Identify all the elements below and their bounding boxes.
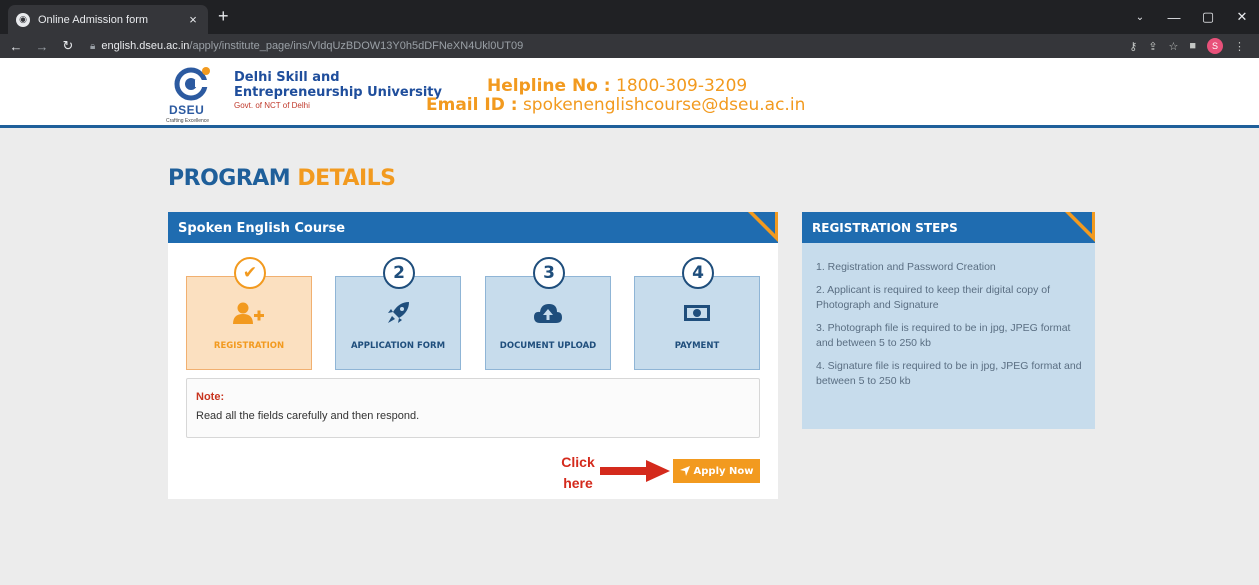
step-application-form[interactable]: 2 APPLICATION FORM [335,257,461,370]
note-text: Read all the fields carefully and then r… [196,410,420,422]
program-card: Spoken English Course ✔ REGISTRATION 2 A… [168,212,778,499]
send-icon [679,466,690,476]
click-here-line1: Click [561,454,595,470]
tab-search-icon[interactable]: ⌄ [1123,12,1157,23]
email-address: spokenenglishcourse@dseu.ac.in [522,95,806,115]
red-arrow-icon [600,460,670,482]
registration-steps-title: REGISTRATION STEPS [812,221,958,235]
rocket-icon [336,299,460,327]
step-number: 3 [533,257,565,289]
logo-tagline: Crafting Excellence [166,118,210,124]
step-label: DOCUMENT UPLOAD [499,341,597,351]
browser-toolbar: ← → ↻ 🔒︎ english.dseu.ac.in /apply/insti… [0,34,1259,58]
apply-now-label: Apply Now [693,465,754,477]
address-bar[interactable]: 🔒︎ english.dseu.ac.in /apply/institute_p… [90,35,1090,57]
step-label: REGISTRATION [213,341,285,351]
course-header: Spoken English Course [168,212,778,243]
reload-icon[interactable]: ↻ [58,38,78,54]
lock-icon: 🔒︎ [90,40,96,52]
user-add-icon [187,299,311,327]
toolbar-actions: ⚷ ⇪ ☆ ■ S ⋮ [1129,34,1245,58]
step-number: 4 [682,257,714,289]
helpline-number: 1800-309-3209 [616,76,748,96]
browser-tabbar: ◉ Online Admission form × + ⌄ — ▢ ✕ [0,0,1259,34]
list-item: 2. Applicant is required to keep their d… [816,284,1051,311]
list-item: 1. Registration and Password Creation [816,261,996,273]
click-here-annotation: Click here [558,452,598,494]
helpline: Helpline No : 1800-309-3209 [487,76,747,96]
bookmark-star-icon[interactable]: ☆ [1168,40,1178,53]
list-item: 4. Signature file is required to be in j… [816,360,1082,387]
window-controls: ⌄ — ▢ ✕ [1123,0,1259,34]
step-registration[interactable]: ✔ REGISTRATION [186,257,312,370]
page-title-part2: DETAILS [297,166,396,191]
dseu-logo-icon[interactable] [173,64,213,102]
step-payment[interactable]: 4 PAYMENT [634,257,760,370]
university-name-line1: Delhi Skill and [234,70,340,85]
university-name: Delhi Skill and Entrepreneurship Univers… [234,70,442,100]
government-label: Govt. of NCT of Delhi [234,101,310,110]
step-label: APPLICATION FORM [350,341,446,351]
site-header: DSEU Crafting Excellence Delhi Skill and… [0,58,1259,128]
university-name-line2: Entrepreneurship University [234,85,442,100]
registration-steps-header: REGISTRATION STEPS [802,212,1095,243]
share-icon[interactable]: ⇪ [1148,40,1157,53]
email-label: Email ID : [426,95,518,115]
step-label: PAYMENT [674,341,720,351]
step-number: 2 [383,257,415,289]
email-line: Email ID : spokenenglishcourse@dseu.ac.i… [426,95,805,115]
step-document-upload[interactable]: 3 DOCUMENT UPLOAD [485,257,611,370]
minimize-icon[interactable]: — [1157,10,1191,25]
close-window-icon[interactable]: ✕ [1225,9,1259,25]
new-tab-button[interactable]: + [218,7,229,25]
side-panel-icon[interactable]: ■ [1189,40,1196,52]
helpline-label: Helpline No : [487,76,611,96]
url-host: english.dseu.ac.in [101,40,190,52]
corner-decoration-inner [1070,212,1092,234]
key-icon[interactable]: ⚷ [1129,40,1137,53]
more-menu-icon[interactable]: ⋮ [1234,40,1245,53]
registration-steps-list: 1. Registration and Password Creation 2.… [816,260,1086,397]
step-check-icon: ✔ [234,257,266,289]
tab-close-icon[interactable]: × [186,12,200,27]
corner-decoration-inner [753,212,775,234]
registration-steps-card: REGISTRATION STEPS 1. Registration and P… [802,212,1095,429]
profile-avatar[interactable]: S [1207,38,1223,54]
globe-icon: ◉ [16,12,30,27]
back-icon[interactable]: ← [6,39,26,54]
click-here-line2: here [563,475,593,491]
maximize-icon[interactable]: ▢ [1191,9,1225,25]
forward-icon[interactable]: → [32,39,52,54]
page-title-part1: PROGRAM [168,166,291,191]
money-icon [635,299,759,327]
logo-text: DSEU [169,103,205,117]
cloud-upload-icon [486,299,610,327]
page-title: PROGRAM DETAILS [168,166,396,191]
apply-now-button[interactable]: Apply Now [673,459,760,483]
browser-tab[interactable]: ◉ Online Admission form × [8,5,208,34]
tab-title: Online Admission form [38,13,149,26]
note-title: Note: [196,391,225,403]
course-name: Spoken English Course [178,221,346,236]
url-path: /apply/institute_page/ins/VldqUzBDOW13Y0… [189,40,524,52]
list-item: 3. Photograph file is required to be in … [816,322,1071,349]
note-box: Note: Read all the fields carefully and … [186,378,760,438]
